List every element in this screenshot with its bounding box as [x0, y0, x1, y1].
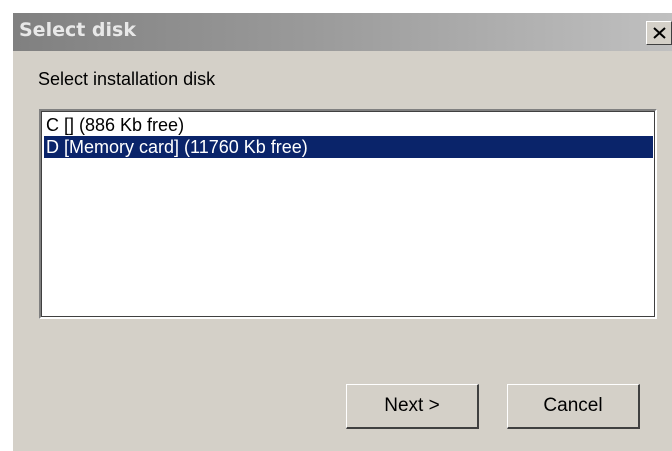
next-button[interactable]: Next >: [346, 384, 479, 429]
window-title: Select disk: [19, 19, 136, 41]
select-disk-dialog: Select disk Select installation disk C […: [12, 12, 672, 451]
close-icon: [653, 27, 666, 39]
instruction-label: Select installation disk: [38, 69, 216, 89]
cancel-button[interactable]: Cancel: [507, 384, 640, 429]
disk-item-d[interactable]: D [Memory card] (11760 Kb free): [44, 136, 653, 158]
disk-item-c[interactable]: C [] (886 Kb free): [44, 114, 653, 136]
title-bar[interactable]: Select disk: [13, 13, 672, 51]
close-button[interactable]: [646, 21, 672, 45]
disk-listbox[interactable]: C [] (886 Kb free) D [Memory card] (1176…: [39, 109, 657, 319]
